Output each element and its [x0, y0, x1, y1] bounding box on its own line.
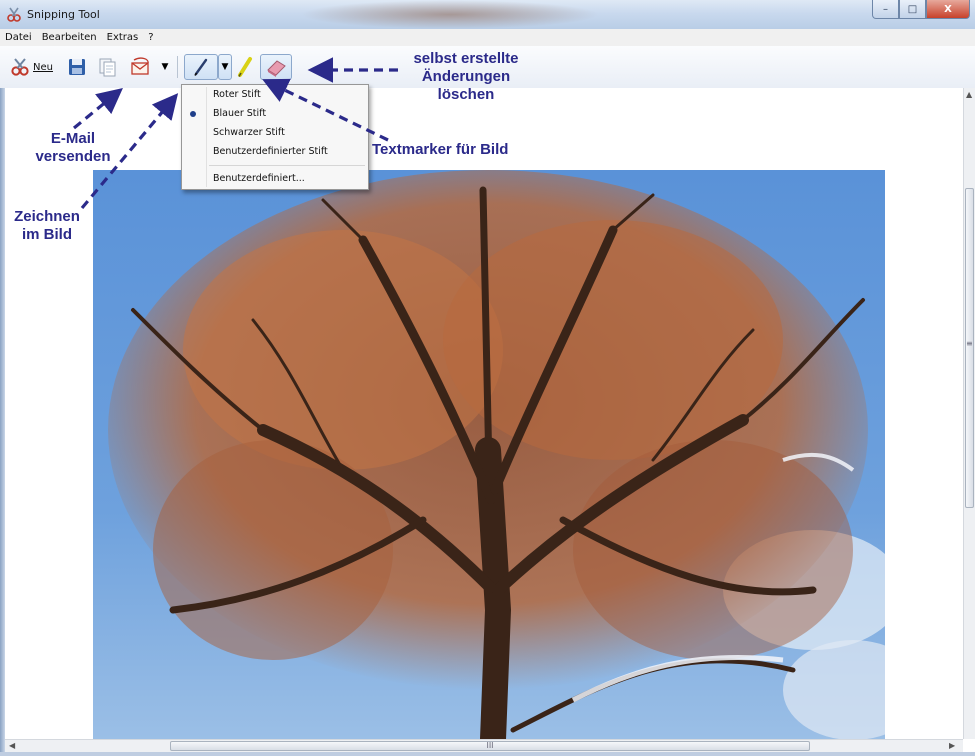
menu-item-customize[interactable]: Benutzerdefiniert... [213, 171, 305, 187]
maximize-icon: □ [907, 3, 918, 15]
send-email-icon [131, 57, 149, 75]
menu-bar: Datei Bearbeiten Extras ? [0, 29, 975, 46]
save-icon [69, 59, 85, 75]
highlighter-icon [238, 57, 252, 77]
pen-icon [194, 58, 208, 76]
annotation-email-line2: versenden [35, 148, 111, 165]
pen-button[interactable] [184, 54, 218, 80]
maximize-button[interactable]: □ [899, 0, 926, 19]
menu-item-blue-pen[interactable]: Blauer Stift [213, 106, 266, 122]
horizontal-scrollbar[interactable]: ◀ III ▶ [5, 739, 963, 753]
annotation-email-line1: E-Mail [50, 130, 96, 147]
window-controls: – □ X [872, 0, 970, 20]
annotation-highlighter: Textmarker für Bild [372, 141, 509, 158]
menu-separator [209, 165, 365, 166]
new-snip-button[interactable]: Neu [10, 54, 62, 80]
minimize-button[interactable]: – [872, 0, 899, 19]
eraser-button[interactable] [260, 54, 292, 80]
annotation-draw-line2: im Bild [21, 226, 72, 243]
chevron-down-icon: ▼ [161, 62, 169, 72]
close-icon: X [944, 3, 952, 15]
menu-bearbeiten[interactable]: Bearbeiten [37, 32, 102, 43]
title-bar: Snipping Tool – □ X [0, 0, 975, 30]
minimize-icon: – [883, 3, 888, 15]
annotation-erase-line3: löschen [437, 86, 495, 103]
scroll-left-arrow-icon[interactable]: ◀ [9, 741, 15, 750]
horizontal-scroll-thumb[interactable]: III [170, 741, 810, 751]
menu-extras[interactable]: Extras [102, 32, 144, 43]
vertical-scroll-thumb[interactable]: ≡ [965, 188, 974, 508]
vertical-scrollbar[interactable]: ▲ ≡ [963, 88, 975, 739]
scroll-right-arrow-icon[interactable]: ▶ [949, 741, 955, 750]
eraser-icon [267, 60, 286, 77]
menu-item-custom-pen[interactable]: Benutzerdefinierter Stift [213, 144, 328, 160]
copy-icon [99, 58, 116, 77]
annotation-email: E-Mail versenden [18, 130, 128, 166]
annotation-draw: Zeichnen im Bild [2, 208, 92, 244]
scroll-grip-icon: ≡ [966, 339, 973, 348]
snipping-tool-icon [7, 7, 21, 22]
snip-canvas[interactable] [5, 88, 963, 739]
send-email-button[interactable] [126, 54, 156, 80]
toolbar-divider [177, 56, 178, 78]
title-bar-background-blur [300, 0, 600, 29]
window-title: Snipping Tool [27, 8, 100, 21]
scroll-up-arrow-icon[interactable]: ▲ [966, 90, 972, 99]
highlighter-button[interactable] [234, 54, 256, 80]
pen-dropdown-arrow[interactable]: ▼ [218, 54, 232, 80]
menu-gutter [206, 87, 207, 187]
scissors-icon [11, 58, 29, 76]
tree-photo [93, 170, 885, 739]
send-dropdown-arrow[interactable]: ▼ [158, 54, 172, 80]
menu-item-red-pen[interactable]: Roter Stift [213, 87, 261, 103]
copy-button[interactable] [94, 54, 120, 80]
annotation-draw-line1: Zeichnen [14, 208, 80, 225]
annotation-erase: selbst erstellte Änderungen löschen [380, 50, 552, 104]
chevron-down-icon: ▼ [221, 62, 229, 72]
menu-datei[interactable]: Datei [0, 32, 37, 43]
new-label: Neu [33, 61, 53, 73]
window-frame-bottom [0, 752, 975, 756]
pen-dropdown-menu: Roter Stift Blauer Stift Schwarzer Stift… [181, 84, 369, 190]
menu-item-black-pen[interactable]: Schwarzer Stift [213, 125, 285, 141]
annotation-erase-line1: selbst erstellte [413, 50, 519, 67]
menu-help[interactable]: ? [143, 32, 158, 43]
close-button[interactable]: X [926, 0, 970, 19]
save-button[interactable] [64, 54, 90, 80]
selected-radio-icon [190, 111, 196, 117]
scroll-grip-icon: III [486, 741, 494, 750]
annotation-erase-line2: Änderungen [421, 68, 511, 85]
